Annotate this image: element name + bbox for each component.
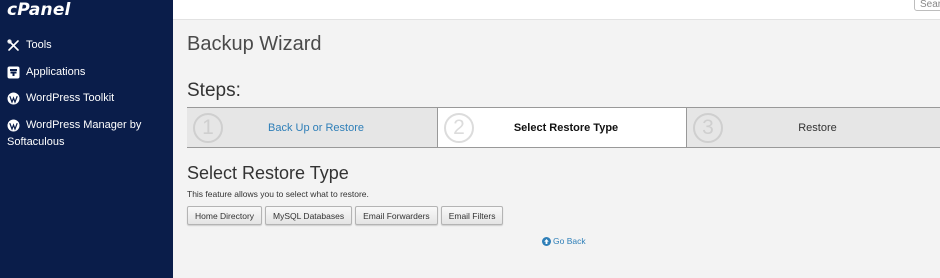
email-forwarders-button[interactable]: Email Forwarders [355, 206, 438, 225]
sidebar-item-label: Applications [26, 66, 86, 78]
sidebar-item-wordpress-toolkit[interactable]: WordPress Toolkit [7, 90, 114, 107]
step-number: 3 [693, 113, 723, 143]
tools-icon [7, 39, 20, 52]
step-3-label: Restore [798, 121, 837, 134]
step-1-link[interactable]: Back Up or Restore [268, 122, 364, 134]
sidebar-item-label-continued[interactable]: Softaculous [7, 134, 64, 151]
mysql-databases-button[interactable]: MySQL Databases [265, 206, 353, 225]
sidebar-item-wordpress-manager[interactable]: WordPress Manager by [7, 117, 176, 134]
section-title: Select Restore Type [187, 163, 349, 183]
email-filters-button[interactable]: Email Filters [440, 206, 504, 225]
step-3: 3 Restore [687, 108, 940, 147]
sidebar: cPanel Tools Applications WordPress Tool… [0, 0, 173, 278]
steps-heading: Steps: [187, 80, 241, 101]
arrow-up-circle-icon [542, 236, 551, 246]
applications-icon [7, 66, 20, 79]
search-input[interactable]: Sear [914, 0, 940, 11]
wordpress-icon [7, 119, 20, 132]
sidebar-item-applications[interactable]: Applications [7, 64, 85, 81]
wordpress-icon [7, 92, 20, 105]
step-2-label: Select Restore Type [513, 121, 619, 134]
step-2: 2 Select Restore Type [437, 108, 687, 147]
go-back-label[interactable]: Go Back [553, 236, 586, 246]
sidebar-item-label: WordPress Manager by [26, 119, 142, 131]
section-description: This feature allows you to select what t… [187, 189, 369, 199]
sidebar-item-tools[interactable]: Tools [7, 37, 52, 54]
steps-progress: 1 Back Up or Restore 2 Select Restore Ty… [187, 107, 940, 148]
go-back-link[interactable]: Go Back [542, 236, 586, 246]
home-directory-button[interactable]: Home Directory [187, 206, 263, 225]
step-number: 1 [193, 113, 223, 143]
step-number: 2 [444, 113, 474, 143]
restore-type-buttons: Home Directory MySQL Databases Email For… [187, 206, 504, 225]
page-title: Backup Wizard [187, 33, 322, 55]
sidebar-item-label: Tools [26, 39, 52, 51]
top-bar: Sear [173, 0, 940, 20]
sidebar-item-label: WordPress Toolkit [26, 92, 115, 104]
step-1[interactable]: 1 Back Up or Restore [187, 108, 437, 147]
cpanel-logo[interactable]: cPanel [7, 0, 71, 20]
